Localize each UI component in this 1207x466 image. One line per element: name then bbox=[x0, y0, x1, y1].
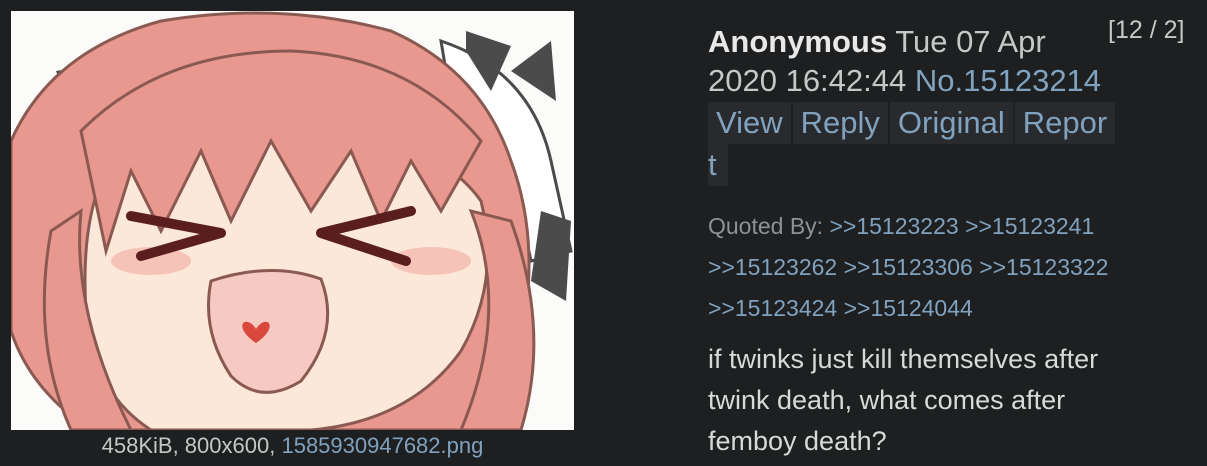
reply-button[interactable]: Reply bbox=[792, 102, 888, 144]
report-button-wrap[interactable]: t bbox=[708, 144, 728, 186]
post-number-link[interactable]: No.15123214 bbox=[915, 63, 1101, 98]
anime-character-image bbox=[11, 11, 574, 430]
file-info: 458KiB, 800x600, 1585930947682.png bbox=[11, 433, 574, 459]
comment-line: femboy death? bbox=[708, 426, 887, 456]
original-button[interactable]: Original bbox=[889, 102, 1013, 144]
quote-link[interactable]: >>15124044 bbox=[844, 295, 973, 321]
quote-link[interactable]: >>15123322 bbox=[979, 254, 1108, 280]
post-menu: View Reply Original Repor t bbox=[708, 102, 1188, 186]
post-body: Anonymous Tue 07 Apr 2020 16:42:44 No.15… bbox=[708, 22, 1188, 462]
post-comment: if twinks just kill themselves after twi… bbox=[708, 339, 1148, 462]
post-header: Anonymous Tue 07 Apr 2020 16:42:44 No.15… bbox=[708, 22, 1188, 100]
quote-link[interactable]: >>15123223 bbox=[829, 213, 958, 239]
quote-link[interactable]: >>15123306 bbox=[844, 254, 973, 280]
poster-name: Anonymous bbox=[708, 24, 888, 59]
quote-link[interactable]: >>15123241 bbox=[965, 213, 1094, 239]
view-button[interactable]: View bbox=[708, 102, 791, 144]
comment-line: if twinks just kill themselves after bbox=[708, 344, 1099, 374]
quote-link[interactable]: >>15123262 bbox=[708, 254, 837, 280]
quote-link[interactable]: >>15123424 bbox=[708, 295, 837, 321]
quoted-by: Quoted By: >>15123223 >>15123241 >>15123… bbox=[708, 206, 1188, 329]
post-datetime-line2: 2020 16:42:44 bbox=[708, 63, 907, 98]
file-name-link[interactable]: 1585930947682.png bbox=[281, 433, 483, 458]
post-datetime-line1: Tue 07 Apr bbox=[895, 24, 1046, 59]
comment-line: twink death, what comes after bbox=[708, 385, 1066, 415]
quoted-by-label: Quoted By: bbox=[708, 213, 824, 239]
file-meta: 458KiB, 800x600, bbox=[101, 433, 276, 458]
post-image-thumbnail[interactable] bbox=[11, 11, 574, 430]
report-button[interactable]: Repor bbox=[1014, 102, 1116, 144]
